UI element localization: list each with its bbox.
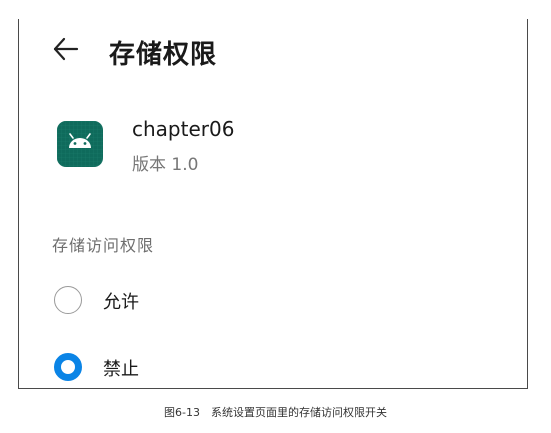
app-bar: 存储权限 (19, 19, 527, 79)
section-label: 存储访问权限 (52, 236, 155, 255)
app-info: chapter06 版本 1.0 (19, 107, 527, 177)
figure-caption: 图6-13 系统设置页面里的存储访问权限开关 (164, 406, 387, 419)
back-button[interactable] (47, 31, 83, 67)
radio-unchecked-icon[interactable] (54, 286, 82, 314)
android-icon (57, 121, 103, 167)
settings-screen: 存储权限 chapter06 版本 1.0 存储访问权限 允许 禁止 (18, 19, 528, 389)
radio-label-deny: 禁止 (103, 359, 139, 380)
page-title: 存储权限 (109, 40, 218, 70)
app-name: chapter06 (132, 117, 235, 141)
radio-option-allow[interactable]: 允许 (19, 276, 527, 324)
arrow-left-icon (53, 37, 79, 61)
radio-checked-icon[interactable] (54, 353, 82, 381)
app-version: 版本 1.0 (132, 155, 199, 175)
radio-option-deny[interactable]: 禁止 (19, 343, 527, 388)
radio-label-allow: 允许 (103, 292, 139, 313)
